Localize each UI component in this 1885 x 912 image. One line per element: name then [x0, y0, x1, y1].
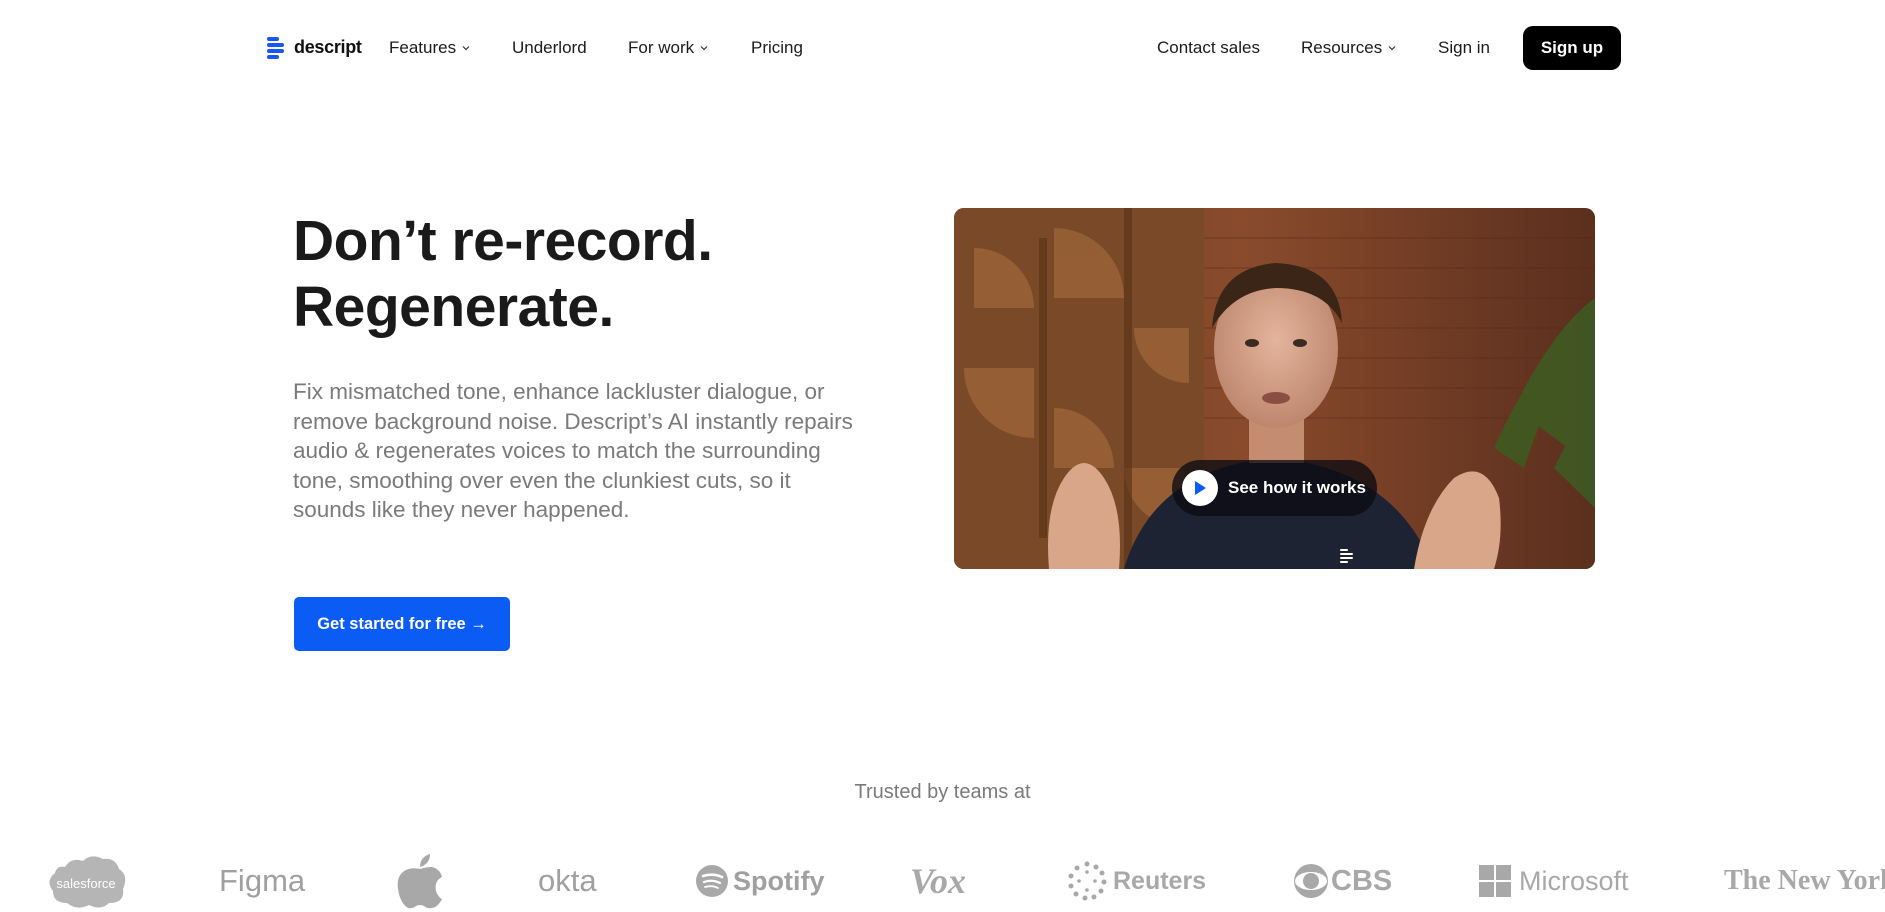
get-started-button[interactable]: Get started for free →: [294, 597, 510, 651]
play-icon: [1182, 470, 1218, 506]
trusted-label: Trusted by teams at: [854, 781, 1031, 803]
nav-item-underlord[interactable]: Underlord: [512, 38, 587, 58]
spotify-logo: Spotify: [695, 850, 825, 912]
microsoft-logo: Microsoft: [1479, 850, 1629, 912]
sign-up-button[interactable]: Sign up: [1523, 26, 1621, 70]
hero-description: Fix mismatched tone, enhance lackluster …: [293, 379, 853, 523]
hero-headline: Don’t re-record. Regenerate.: [293, 208, 713, 340]
nav-item-label: Pricing: [751, 38, 803, 57]
vox-logo: Vox: [910, 861, 967, 901]
svg-text:salesforce: salesforce: [56, 876, 115, 891]
logo-text: descript: [294, 36, 362, 57]
cbs-wordmark: CBS: [1331, 864, 1393, 897]
apple-logo: [396, 850, 444, 912]
headline-line-1: Don’t re-record.: [293, 209, 713, 273]
see-how-it-works-button[interactable]: See how it works: [1172, 460, 1377, 516]
nav-item-label: Features: [389, 38, 457, 57]
nytimes-logo: The New York Times: [1724, 865, 1885, 896]
nav-item-label: For work: [628, 38, 695, 57]
nav-item-label: Resources: [1301, 38, 1383, 57]
top-navigation: descript Features Underlord For work Pri…: [0, 0, 1885, 96]
nav-item-features[interactable]: Features: [389, 38, 470, 58]
nav-item-sign-in[interactable]: Sign in: [1438, 38, 1490, 58]
nav-item-contact-sales[interactable]: Contact sales: [1157, 38, 1260, 58]
figma-logo: Figma: [219, 863, 306, 898]
descript-watermark-icon: [1340, 549, 1353, 563]
nav-item-label: Underlord: [512, 38, 587, 57]
nav-item-for-work[interactable]: For work: [628, 38, 708, 58]
microsoft-wordmark: Microsoft: [1519, 865, 1629, 896]
chevron-down-icon: [1388, 46, 1396, 51]
spotify-wordmark: Spotify: [733, 865, 825, 896]
brand-logo-strip: salesforce Figma okta Spotify Vox Reuter…: [0, 850, 1885, 912]
nav-item-label: Sign in: [1438, 38, 1490, 57]
chevron-down-icon: [700, 46, 708, 51]
salesforce-logo: salesforce: [45, 850, 127, 912]
cbs-logo: CBS: [1293, 850, 1392, 912]
nav-item-pricing[interactable]: Pricing: [751, 38, 803, 58]
play-button-label: See how it works: [1228, 478, 1366, 497]
reuters-wordmark: Reuters: [1113, 866, 1207, 895]
descript-logo-icon: [267, 36, 287, 59]
chevron-down-icon: [462, 46, 470, 51]
okta-logo: okta: [538, 863, 597, 898]
nav-item-resources[interactable]: Resources: [1301, 38, 1396, 58]
nav-item-label: Contact sales: [1157, 38, 1260, 57]
hero-video[interactable]: See how it works: [954, 208, 1595, 569]
headline-line-2: Regenerate.: [293, 275, 614, 339]
descript-logo[interactable]: descript: [267, 36, 362, 59]
reuters-logo: Reuters: [1067, 850, 1206, 912]
